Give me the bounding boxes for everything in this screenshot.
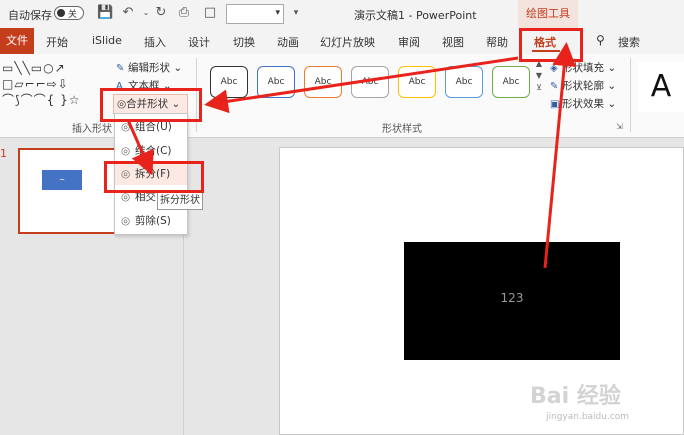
tab-view[interactable]: 视图 bbox=[442, 34, 464, 50]
style-preset-3[interactable]: Abc bbox=[304, 66, 342, 98]
menu-item-label: 结合(C) bbox=[135, 145, 172, 157]
customize-qat-icon[interactable]: ▾ bbox=[288, 5, 304, 21]
outline-icon: ✎ bbox=[550, 81, 559, 92]
edit-shape-icon: ✎ bbox=[116, 63, 125, 74]
style-preset-7[interactable]: Abc bbox=[492, 66, 530, 98]
shape-row: □▱⌐⌐⇨⇩ bbox=[2, 77, 69, 91]
new-file-icon[interactable]: □ bbox=[202, 5, 218, 21]
chevron-down-icon: ▾ bbox=[275, 8, 280, 18]
autosave-state: 关 bbox=[68, 10, 78, 20]
insert-shapes-group-label: 插入形状 bbox=[72, 124, 112, 135]
tab-design[interactable]: 设计 bbox=[188, 34, 210, 50]
shape-effects-button[interactable]: ▣ 形状效果 ⌄ bbox=[550, 96, 616, 111]
effects-icon: ▣ bbox=[550, 99, 560, 110]
edit-shape-label: 编辑形状 bbox=[128, 62, 170, 74]
watermark-url: jingyan.baidu.com bbox=[546, 412, 630, 422]
shape-gallery[interactable]: ▭╲╲▭○↗ □▱⌐⌐⇨⇩ ⌒⟆⌒⌒{ }☆ bbox=[2, 60, 100, 110]
menu-item-combine[interactable]: ◎ 结合(C) bbox=[115, 140, 187, 162]
style-preset-6[interactable]: Abc bbox=[445, 66, 483, 98]
tab-insert[interactable]: 插入 bbox=[144, 34, 166, 50]
redo-icon[interactable]: ↻ bbox=[153, 5, 169, 21]
style-preset-1[interactable]: Abc bbox=[210, 66, 248, 98]
thumbnail-shape: ~ bbox=[42, 170, 82, 190]
autosave-toggle[interactable]: 关 bbox=[54, 6, 84, 20]
shape-effects-label: 形状效果 bbox=[562, 98, 604, 110]
font-combo[interactable]: ▾ bbox=[226, 4, 284, 24]
tab-slideshow[interactable]: 幻灯片放映 bbox=[320, 34, 375, 50]
fill-icon: ◈ bbox=[550, 63, 558, 74]
style-preset-2[interactable]: Abc bbox=[257, 66, 295, 98]
shape-row: ⌒⟆⌒⌒{ }☆ bbox=[2, 93, 81, 107]
title-bar: 自动保存 关 💾 ↶ ⌄ ↻ ⎙ □ ▾ ▾ 演示文稿1 - PowerPoin… bbox=[0, 0, 684, 28]
present-icon[interactable]: ⎙ bbox=[176, 5, 192, 21]
tab-help[interactable]: 帮助 bbox=[486, 34, 508, 50]
combine-icon: ◎ bbox=[121, 145, 131, 157]
wordart-style-preset[interactable]: A bbox=[638, 62, 684, 112]
style-preset-5[interactable]: Abc bbox=[398, 66, 436, 98]
style-preset-4[interactable]: Abc bbox=[351, 66, 389, 98]
tab-animations[interactable]: 动画 bbox=[277, 34, 299, 50]
watermark-logo: Bai 经验 bbox=[530, 384, 621, 409]
menu-item-subtract[interactable]: ◎ 剪除(S) bbox=[115, 210, 187, 232]
tab-islide[interactable]: iSlide bbox=[92, 34, 122, 47]
shape-row: ▭╲╲▭○↗ bbox=[2, 61, 66, 75]
toggle-knob bbox=[57, 9, 65, 17]
group-divider bbox=[630, 58, 631, 132]
undo-icon[interactable]: ↶ bbox=[120, 5, 136, 21]
shape-fill-label: 形状填充 bbox=[562, 62, 604, 74]
slide-canvas[interactable]: 123 bbox=[279, 147, 684, 435]
style-gallery-scroll[interactable]: ▲ ▼ ⊻ bbox=[534, 58, 544, 108]
black-rectangle-shape[interactable]: 123 bbox=[404, 242, 620, 360]
autosave-label: 自动保存 bbox=[8, 9, 52, 22]
document-title: 演示文稿1 - PowerPoint bbox=[354, 9, 477, 22]
tab-transitions[interactable]: 切换 bbox=[233, 34, 255, 50]
highlight-format-tab bbox=[519, 28, 583, 62]
drawing-tools-context: 绘图工具 bbox=[518, 0, 578, 28]
highlight-fragment bbox=[104, 161, 204, 193]
save-icon[interactable]: 💾 bbox=[97, 5, 113, 21]
menu-item-label: 组合(U) bbox=[135, 121, 172, 133]
powerpoint-window: 自动保存 关 💾 ↶ ⌄ ↻ ⎙ □ ▾ ▾ 演示文稿1 - PowerPoin… bbox=[0, 0, 684, 435]
edit-shape-button[interactable]: ✎ 编辑形状 ⌄ bbox=[116, 60, 182, 75]
shape-outline-label: 形状轮廓 bbox=[562, 80, 604, 92]
subtract-icon: ◎ bbox=[121, 215, 131, 227]
tab-home[interactable]: 开始 bbox=[46, 34, 68, 50]
menu-item-label: 剪除(S) bbox=[135, 215, 171, 227]
search-icon[interactable]: ⚲ bbox=[596, 33, 605, 47]
fragment-tooltip: 拆分形状 bbox=[157, 192, 203, 210]
highlight-merge-shapes bbox=[100, 88, 202, 122]
undo-dropdown-icon[interactable]: ⌄ bbox=[138, 5, 154, 21]
dialog-launcher-icon[interactable]: ⇲ bbox=[616, 122, 623, 131]
slide-number: 1 bbox=[0, 147, 7, 160]
tab-file[interactable]: 文件 bbox=[0, 28, 34, 54]
tab-review[interactable]: 审阅 bbox=[398, 34, 420, 50]
tab-search[interactable]: 搜索 bbox=[618, 34, 640, 50]
shape-outline-button[interactable]: ✎ 形状轮廓 ⌄ bbox=[550, 78, 616, 93]
shape-styles-group-label: 形状样式 bbox=[382, 124, 422, 135]
shape-fill-button[interactable]: ◈ 形状填充 ⌄ bbox=[550, 60, 616, 75]
